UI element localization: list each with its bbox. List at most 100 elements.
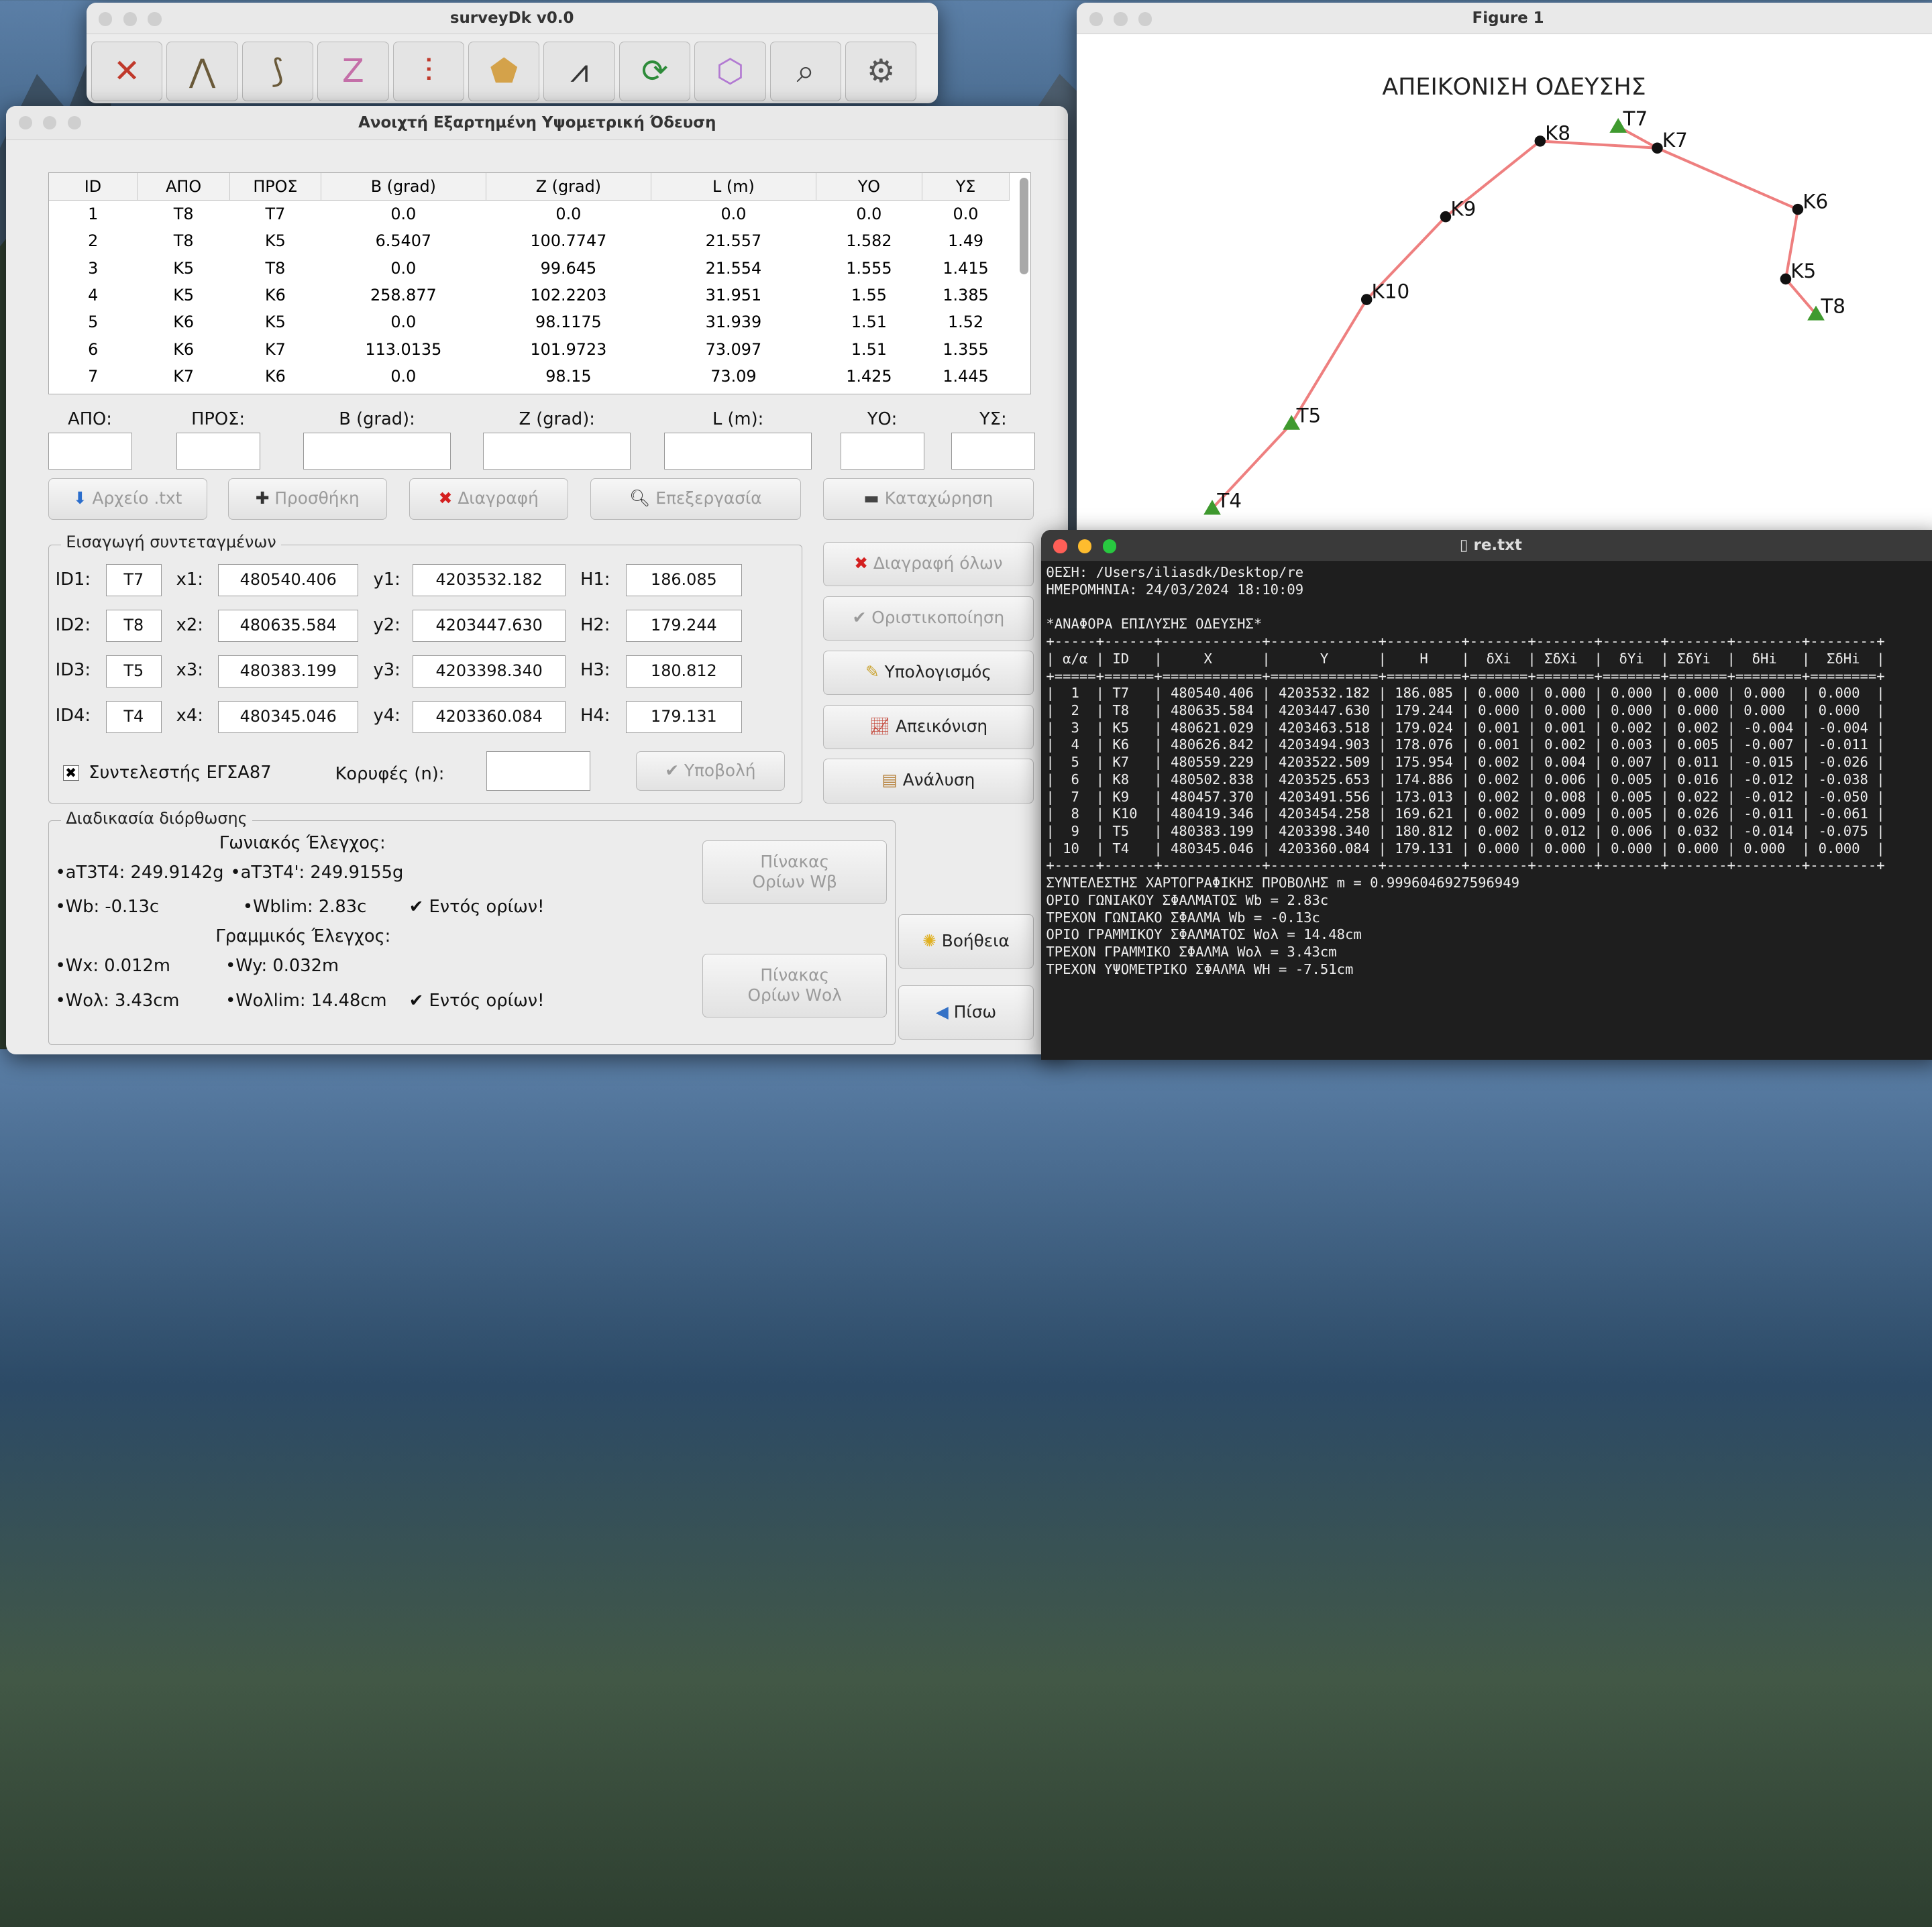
magnifier-icon: 🔍︎ [629,488,651,508]
coord-id-3[interactable]: T5 [105,655,162,687]
coord-y-2[interactable]: 4203447.630 [413,610,566,642]
column-header[interactable]: ΥΟ [816,173,922,201]
entry-input-yo[interactable] [840,432,924,470]
submit-button[interactable]: ✔ Υποβολή [635,751,785,791]
entry-input-z[interactable] [482,432,631,470]
coord-x-label-2: x2: [176,614,203,635]
toolbar-button-closed-traverse[interactable]: ⬡ [694,42,766,101]
table-cell: K5 [265,231,286,251]
point-label: T8 [1821,295,1846,318]
column-header[interactable]: ΠΡΟΣ [229,173,321,201]
coord-y-4[interactable]: 4203360.084 [413,701,566,733]
triangulation-icon: ⋀ [189,53,216,91]
entry-input-ys[interactable] [951,432,1035,470]
coord-h-3[interactable]: 180.812 [626,655,742,687]
coord-y-1[interactable]: 4203532.182 [413,564,566,596]
window-controls[interactable] [1089,12,1152,26]
toolbar-button-resection[interactable]: ⟆ [241,42,314,101]
help-button[interactable]: ✺ Βοήθεια [898,914,1034,969]
coord-h-4[interactable]: 179.131 [626,701,742,733]
toolbar-button-settings[interactable]: ⚙ [845,42,917,101]
vertices-input[interactable] [486,751,590,791]
table-row[interactable]: 5 K6 K5 0.0 98.1175 31.939 1.51 1.52 [49,309,1010,335]
terminal-window: ▯ re.txt ΘΕΣΗ: /Users/iliasdk/Desktop/re… [1041,529,1932,1060]
table-row[interactable]: 3 K5 T8 0.0 99.645 21.554 1.555 1.415 [49,254,1010,281]
table-cell: 102.2203 [530,285,607,305]
entry-input-from[interactable] [48,432,132,470]
toolbar-button-tools[interactable]: ✕ [91,42,163,101]
coord-x-2[interactable]: 480635.584 [218,610,359,642]
table-row[interactable]: 2 T8 K5 6.5407 100.7747 21.557 1.582 1.49 [49,227,1010,254]
window-controls[interactable] [18,115,82,129]
table-row[interactable]: 4 K5 K6 258.877 102.2203 31.951 1.55 1.385 [49,282,1010,309]
wb-limits-table-button[interactable]: Πίνακας Ορίων Wβ [702,840,888,905]
toolbar-button-transform[interactable]: ⟳ [619,42,691,101]
coord-h-label-4: H4: [580,706,610,726]
egsa87-checkbox[interactable]: ✖ [62,765,79,781]
point-label: K7 [1662,129,1688,152]
entry-label-to: ΠΡΟΣ: [191,408,246,429]
toolbar-button-triangulation[interactable]: ⋀ [166,42,238,101]
entry-input-b[interactable] [303,432,451,470]
register-button[interactable]: ▬ Καταχώρηση [822,478,1034,520]
linear-check-title: Γραμμικός Έλεγχος: [215,926,391,947]
file-txt-button[interactable]: ⬇ Αρχείο .txt [48,478,207,520]
table-cell: 101.9723 [530,339,607,359]
entry-label-z: Ζ (grad): [519,408,595,429]
analysis-button[interactable]: ▤ Ανάλυση [822,759,1034,804]
finalize-button[interactable]: ✔ Οριστικοποίηση [822,596,1034,641]
figure-window-title: Figure 1 [1472,9,1544,27]
column-header[interactable]: ΥΣ [922,173,1010,201]
coord-id-1[interactable]: T7 [105,564,162,596]
table-cell: K5 [265,313,286,332]
toolbar-button-leveling[interactable]: ⫶ [392,42,465,101]
observations-table: ID ΑΠΟ ΠΡΟΣ Β (grad) Ζ (grad) L (m) ΥΟ ΥΣ 1 T8 T7… [48,172,1032,394]
coord-y-3[interactable]: 4203398.340 [413,655,566,687]
plot-button[interactable]: 📈︎ Απεικόνιση [822,704,1034,749]
entry-input-to[interactable] [176,432,260,470]
coord-x-3[interactable]: 480383.199 [218,655,359,687]
window-controls[interactable] [98,12,162,26]
edit-button[interactable]: 🔍︎ Επεξεργασία [590,478,801,520]
coord-x-4[interactable]: 480345.046 [218,701,359,733]
table-row[interactable]: 7 K7 K6 0.0 98.15 73.09 1.425 1.445 [49,363,1010,390]
column-header[interactable]: L (m) [651,173,816,201]
table-scrollbar[interactable] [1019,178,1028,274]
coord-h-1[interactable]: 186.085 [626,564,742,596]
toolbar-button-inspect[interactable]: ⌕ [769,42,842,101]
window-controls[interactable] [1053,539,1116,553]
table-row[interactable]: 1 T8 T7 0.0 0.0 0.0 0.0 0.0 [49,201,1010,227]
a-t3t4: •aT3T4: 249.9142g [55,862,224,883]
coord-x-1[interactable]: 480540.406 [218,564,359,596]
coord-id-label-4: ID4: [55,706,91,726]
coord-x-label-1: x1: [176,569,203,590]
table-cell: K6 [265,285,286,305]
compute-button[interactable]: ✎ Υπολογισμός [822,650,1034,695]
coord-h-2[interactable]: 179.244 [626,610,742,642]
report-text: ΘΕΣΗ: /Users/iliasdk/Desktop/re ΗΜΕΡΟΜΗΝ… [1046,564,1885,977]
column-header[interactable]: Ζ (grad) [486,173,651,201]
back-button[interactable]: ◀ Πίσω [898,985,1034,1040]
table-cell: K5 [173,258,195,278]
wol-limits-table-button[interactable]: Πίνακας Ορίων Wολ [702,953,888,1018]
column-header[interactable]: ID [48,173,138,201]
file-button-label: Αρχείο .txt [92,488,182,508]
toolbar-button-area-polygon[interactable]: ⬟ [468,42,540,101]
delete-button-label: Διαγραφή [458,488,539,508]
document-icon: ▯ [1459,536,1468,554]
delete-button[interactable]: ✖ Διαγραφή [409,478,568,520]
plot-title: ΑΠΕΙΚΟΝΙΣΗ ΟΔΕΥΣΗΣ [1383,74,1646,101]
coord-id-2[interactable]: T8 [105,610,162,642]
coord-id-4[interactable]: T4 [105,701,162,733]
point-label: K6 [1803,190,1829,213]
toolbar-button-traverse[interactable]: Z [317,42,389,101]
table-row[interactable]: 6 K6 K7 113.0135 101.9723 73.097 1.51 1.355 [49,336,1010,363]
entry-input-l[interactable] [663,432,812,470]
column-header[interactable]: Β (grad) [321,173,486,201]
toolbar-button-compass[interactable]: ⩘ [543,42,615,101]
add-button[interactable]: ✚ Προσθήκη [227,478,387,520]
delete-all-button[interactable]: ✖ Διαγραφή όλων [822,542,1034,587]
column-header[interactable]: ΑΠΟ [137,173,230,201]
egsa87-label: Συντελεστής ΕΓΣΑ87 [89,762,272,783]
coord-y-label-1: y1: [373,569,400,590]
